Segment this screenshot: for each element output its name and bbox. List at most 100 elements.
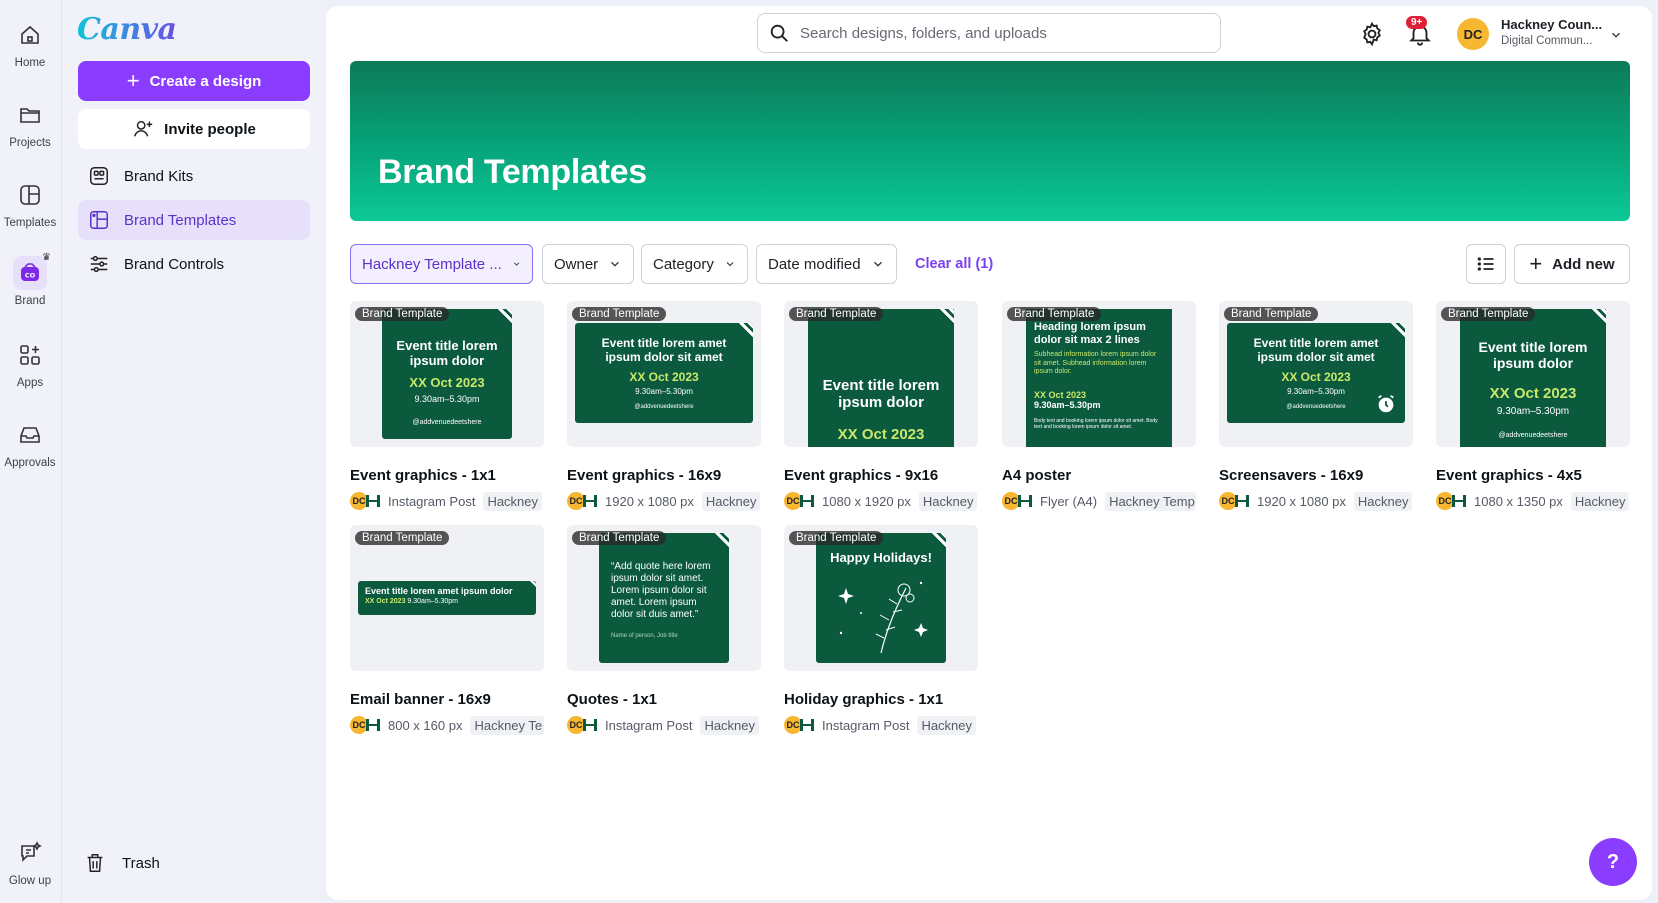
template-meta: DC 800 x 160 px Hackney Te [350,714,544,736]
template-title: A4 poster [1002,467,1072,484]
account-name[interactable]: Hackney Coun... [1501,17,1602,32]
template-title: Event graphics - 1x1 [350,467,496,484]
chevron-down-icon [513,262,519,266]
templates-icon [13,178,47,212]
date-modified-dropdown[interactable]: Date modified [756,244,897,284]
nav-label-brand-kits: Brand Kits [124,167,194,185]
canva-logo[interactable]: Canva [77,12,177,47]
glow-up-icon [13,836,47,870]
brand-template-tag: Brand Template [1441,307,1536,321]
invite-people-label: Invite people [164,120,256,138]
alarm-clock-icon [1378,394,1394,413]
clear-all-link[interactable]: Clear all (1) [915,256,993,272]
rail-label-home: Home [14,57,46,69]
template-artwork: “Add quote here lorem ipsum dolor sit am… [599,533,729,663]
template-format: Instagram Post [388,493,476,509]
template-card-screensavers[interactable]: Brand Template Event title lorem amet ip… [1219,301,1413,512]
owner-filter-label: Owner [554,255,599,273]
template-thumbnail: Brand Template Event title lorem amet ip… [1219,301,1413,447]
template-thumbnail: Brand Template Event title lorem ipsum d… [1436,301,1630,447]
template-format: Flyer (A4) [1040,493,1098,509]
chevron-down-icon[interactable] [1609,28,1623,42]
template-thumbnail: Brand Template Event title lorem ipsum d… [350,301,544,447]
template-artwork: Happy Holidays! [816,533,946,663]
add-new-button[interactable]: + Add new [1514,244,1630,284]
hackney-logo-icon [366,495,380,507]
nav-item-brand-controls[interactable]: Brand Controls [78,244,310,284]
plus-icon: + [126,68,140,93]
brand-template-tag: Brand Template [789,531,884,545]
rail-item-approvals[interactable]: Approvals [0,418,60,469]
nav-label-brand-templates: Brand Templates [124,211,237,229]
nav-item-brand-kits[interactable]: Brand Kits [78,156,310,196]
template-title: Event graphics - 16x9 [567,467,722,484]
list-view-button[interactable] [1466,244,1506,284]
template-meta: DC 1080 x 1350 px Hackney [1436,490,1630,512]
template-card-a4-poster[interactable]: Brand Template Heading lorem ipsum dolor… [1002,301,1196,512]
template-card-event-4x5[interactable]: Brand Template Event title lorem ipsum d… [1436,301,1630,512]
template-card-quotes[interactable]: Brand Template “Add quote here lorem ips… [567,525,761,736]
template-card-event-1x1[interactable]: Brand Template Event title lorem ipsum d… [350,301,544,512]
rail-item-home[interactable]: Home [0,18,60,69]
template-card-event-9x16[interactable]: Brand Template Event title lorem ipsum d… [784,301,978,512]
template-folder-chip: Hackney [483,491,543,511]
folder-icon [13,98,47,132]
rail-item-brand[interactable]: ♛ CO Brand [0,252,60,307]
template-artwork: Event title lorem amet ipsum dolor sit a… [575,323,753,423]
template-title: Email banner - 16x9 [350,691,491,708]
template-meta: DC 1920 x 1080 px Hackney [1219,490,1413,512]
rail-item-templates[interactable]: Templates [0,178,60,229]
template-format: 1080 x 1920 px [822,493,911,509]
brand-template-tag: Brand Template [1007,307,1102,321]
rail-item-projects[interactable]: Projects [0,98,60,149]
help-button[interactable]: ? [1589,838,1637,886]
hackney-logo-icon [583,495,597,507]
brand-template-tag: Brand Template [1224,307,1319,321]
template-card-holiday[interactable]: Brand Template Happy Holidays! Holiday g… [784,525,978,736]
plus-icon: + [1529,251,1543,276]
brand-template-tag: Brand Template [355,531,450,545]
template-artwork: Event title lorem ipsum dolor XX Oct 202… [1460,309,1606,447]
template-card-email-banner[interactable]: Brand Template Event title lorem amet ip… [350,525,544,736]
owner-filter-dropdown[interactable]: Owner [542,244,634,284]
template-meta: DC Instagram Post Hackney [567,714,761,736]
category-filter-dropdown[interactable]: Category [641,244,748,284]
settings-gear-icon[interactable] [1359,21,1385,47]
svg-text:CO: CO [25,272,36,280]
template-folder-chip: Hackney [917,715,977,735]
hackney-logo-icon [1452,495,1466,507]
account-avatar[interactable]: DC [1457,18,1489,50]
trash-icon [87,854,103,872]
template-thumbnail: Brand Template Happy Holidays! [784,525,978,671]
search-input[interactable] [800,24,1200,42]
template-title: Event graphics - 9x16 [784,467,939,484]
rail-item-glow-up[interactable]: Glow up [0,836,60,887]
template-folder-chip: Hackney [700,715,760,735]
template-artwork: Event title lorem amet ipsum dolor sit a… [1227,323,1405,423]
template-title: Screensavers - 16x9 [1219,467,1364,484]
nav-item-brand-templates[interactable]: Brand Templates [78,200,310,240]
rail-item-apps[interactable]: Apps [0,338,60,389]
hackney-logo-icon [1235,495,1249,507]
trash-button[interactable]: Trash [78,852,160,874]
create-design-button[interactable]: + Create a design [78,61,310,101]
date-modified-label: Date modified [768,255,861,273]
template-artwork: Event title lorem amet ipsum dolor XX Oc… [358,581,536,615]
folder-filter-dropdown[interactable]: Hackney Template ... [350,244,533,284]
main-content: 9+ DC Hackney Coun... Digital Commun... … [326,6,1652,900]
brand-template-tag: Brand Template [789,307,884,321]
invite-people-button[interactable]: Invite people [78,109,310,149]
trash-label: Trash [122,854,160,872]
hackney-logo-icon [800,719,814,731]
template-meta: DC Instagram Post Hackney [350,490,544,512]
rail-label-apps: Apps [16,377,44,389]
template-card-event-16x9[interactable]: Brand Template Event title lorem amet ip… [567,301,761,512]
template-folder-chip: Hackney [918,491,978,511]
hackney-logo-icon [583,719,597,731]
template-format: Instagram Post [605,717,693,733]
template-meta: DC 1920 x 1080 px Hackney [567,490,761,512]
folder-filter-label: Hackney Template ... [362,255,502,273]
left-rail: Home Projects Templates ♛ CO Brand Apps … [0,0,62,903]
search-icon [770,24,788,42]
search-bar[interactable] [757,13,1221,53]
